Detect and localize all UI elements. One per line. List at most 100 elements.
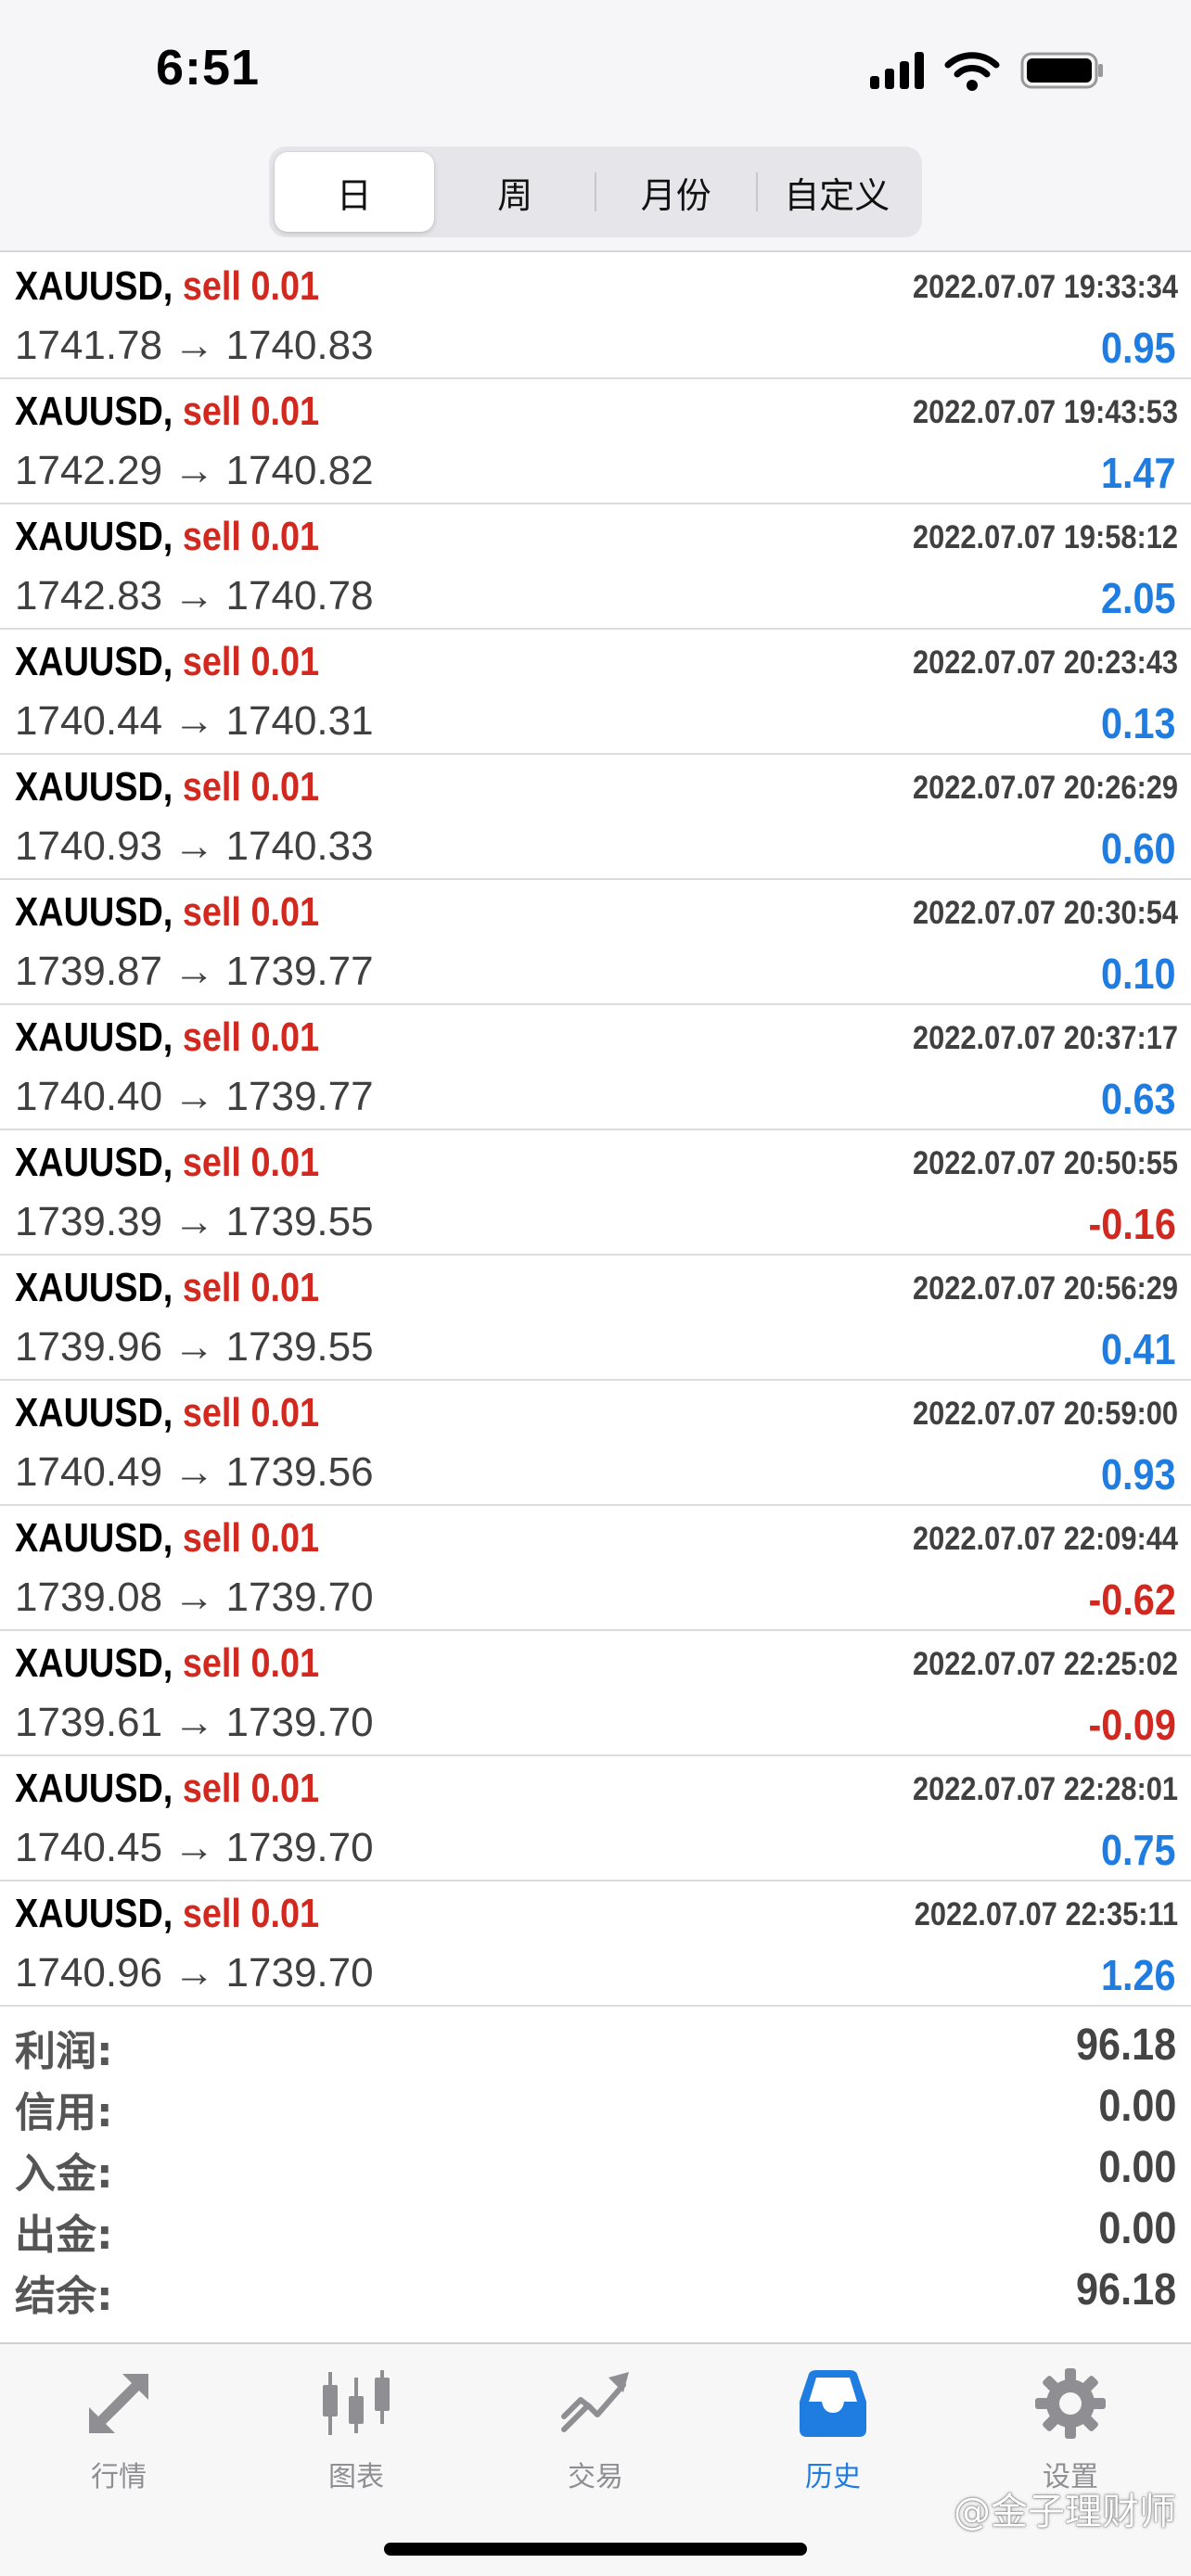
open-price: 1740.44	[15, 698, 163, 744]
symbol-name: XAUUSD,	[15, 514, 173, 559]
symbol-name: XAUUSD,	[15, 389, 173, 434]
open-price: 1742.29	[15, 448, 163, 493]
symbol-name: XAUUSD,	[15, 1766, 173, 1811]
order-prices: 1740.45 → 1739.70	[15, 1825, 374, 1871]
order-profit: 2.05	[1101, 574, 1176, 622]
order-row[interactable]: XAUUSD, sell 0.01 2022.07.07 20:59:00 17…	[0, 1381, 1191, 1506]
order-profit: 0.75	[1101, 1826, 1176, 1874]
watermark: @金子理财师	[954, 2491, 1176, 2533]
order-close-time: 2022.07.07 20:26:29	[913, 770, 1178, 806]
summary-profit: 利润: 96.18	[0, 2010, 1191, 2075]
order-symbol: XAUUSD, sell 0.01	[15, 389, 319, 435]
order-symbol: XAUUSD, sell 0.01	[15, 1640, 319, 1687]
order-profit: -0.16	[1088, 1200, 1176, 1248]
order-side-volume: sell 0.01	[182, 1515, 320, 1561]
order-row[interactable]: XAUUSD, sell 0.01 2022.07.07 20:30:54 17…	[0, 880, 1191, 1005]
close-price: 1739.55	[225, 1199, 374, 1244]
segment-day[interactable]: 日	[275, 152, 434, 232]
summary-balance: 结余: 96.18	[0, 2255, 1191, 2320]
price-arrow: →	[173, 573, 215, 618]
tab-chart[interactable]: 图表	[263, 2365, 449, 2504]
open-price: 1740.40	[15, 1074, 163, 1119]
order-symbol: XAUUSD, sell 0.01	[15, 764, 319, 810]
close-price: 1740.33	[225, 823, 374, 869]
order-row[interactable]: XAUUSD, sell 0.01 2022.07.07 22:09:44 17…	[0, 1506, 1191, 1631]
bottom-tab-bar: 行情 图表 交易 历史 设置 @金子理财师	[0, 2342, 1191, 2576]
order-close-time: 2022.07.07 19:43:53	[913, 394, 1178, 430]
order-prices: 1739.08 → 1739.70	[15, 1575, 374, 1621]
symbol-name: XAUUSD,	[15, 1390, 173, 1435]
order-prices: 1740.49 → 1739.56	[15, 1449, 374, 1496]
tab-trade[interactable]: 交易	[503, 2365, 688, 2504]
close-price: 1739.56	[225, 1449, 374, 1495]
price-arrow: →	[173, 1575, 215, 1620]
order-profit: 0.93	[1101, 1450, 1176, 1498]
summary-label: 信用:	[15, 2089, 113, 2136]
close-price: 1739.70	[225, 1950, 374, 1996]
order-close-time: 2022.07.07 22:09:44	[913, 1521, 1178, 1557]
order-side-volume: sell 0.01	[182, 889, 320, 935]
close-price: 1740.31	[225, 698, 374, 744]
order-prices: 1740.40 → 1739.77	[15, 1074, 374, 1120]
tab-label: 图表	[328, 2461, 384, 2493]
order-symbol: XAUUSD, sell 0.01	[15, 1515, 319, 1562]
tab-quotes[interactable]: 行情	[26, 2365, 211, 2504]
price-arrow: →	[173, 1950, 215, 1996]
order-row[interactable]: XAUUSD, sell 0.01 2022.07.07 20:50:55 17…	[0, 1130, 1191, 1256]
symbol-name: XAUUSD,	[15, 1265, 173, 1310]
summary-deposit: 入金: 0.00	[0, 2133, 1191, 2198]
segment-custom[interactable]: 自定义	[758, 152, 917, 232]
close-price: 1740.82	[225, 448, 374, 493]
order-row[interactable]: XAUUSD, sell 0.01 2022.07.07 19:33:34 17…	[0, 254, 1191, 379]
tab-label: 交易	[568, 2461, 623, 2493]
summary-value: 0.00	[1097, 2204, 1176, 2253]
open-price: 1739.08	[15, 1575, 163, 1620]
order-row[interactable]: XAUUSD, sell 0.01 2022.07.07 19:58:12 17…	[0, 504, 1191, 630]
order-row[interactable]: XAUUSD, sell 0.01 2022.07.07 20:37:17 17…	[0, 1005, 1191, 1130]
price-arrow: →	[173, 1074, 215, 1119]
order-row[interactable]: XAUUSD, sell 0.01 2022.07.07 20:56:29 17…	[0, 1256, 1191, 1381]
order-profit: 0.10	[1101, 950, 1176, 998]
order-prices: 1739.87 → 1739.77	[15, 949, 374, 995]
order-row[interactable]: XAUUSD, sell 0.01 2022.07.07 22:25:02 17…	[0, 1631, 1191, 1756]
order-row[interactable]: XAUUSD, sell 0.01 2022.07.07 19:43:53 17…	[0, 379, 1191, 504]
close-price: 1739.55	[225, 1324, 374, 1370]
symbol-name: XAUUSD,	[15, 1640, 173, 1686]
close-price: 1739.77	[225, 949, 374, 994]
open-price: 1740.49	[15, 1449, 163, 1495]
order-prices: 1742.29 → 1740.82	[15, 448, 374, 494]
order-close-time: 2022.07.07 20:50:55	[913, 1145, 1178, 1181]
close-price: 1739.70	[225, 1700, 374, 1745]
account-summary: 利润: 96.18 信用: 0.00 入金: 0.00 出金: 0.00 结余:…	[0, 2010, 1191, 2320]
order-row[interactable]: XAUUSD, sell 0.01 2022.07.07 20:26:29 17…	[0, 755, 1191, 880]
order-row[interactable]: XAUUSD, sell 0.01 2022.07.07 20:23:43 17…	[0, 630, 1191, 755]
history-order-list: XAUUSD, sell 0.01 2022.07.07 19:33:34 17…	[0, 254, 1191, 2007]
price-arrow: →	[173, 1825, 215, 1870]
symbol-name: XAUUSD,	[15, 263, 173, 309]
home-indicator[interactable]	[384, 2543, 807, 2556]
price-arrow: →	[173, 698, 215, 744]
open-price: 1739.96	[15, 1324, 163, 1370]
order-symbol: XAUUSD, sell 0.01	[15, 1766, 319, 1812]
order-profit: 0.95	[1101, 324, 1176, 372]
tab-history[interactable]: 历史	[740, 2365, 926, 2504]
price-arrow: →	[173, 949, 215, 994]
wifi-icon	[944, 50, 1000, 91]
segment-month[interactable]: 月份	[596, 152, 756, 232]
status-bar-icons	[870, 46, 1106, 95]
period-segmented-control: 日 周 月份 自定义	[269, 147, 922, 237]
candlestick-chart-icon	[323, 2370, 390, 2435]
order-profit: 0.13	[1101, 699, 1176, 747]
price-arrow: →	[173, 1700, 215, 1745]
price-arrow: →	[173, 1324, 215, 1370]
order-symbol: XAUUSD, sell 0.01	[15, 639, 319, 685]
summary-value: 96.18	[1075, 2021, 1176, 2070]
tab-label: 行情	[91, 2461, 147, 2493]
order-close-time: 2022.07.07 22:28:01	[913, 1771, 1178, 1807]
segment-week[interactable]: 周	[436, 152, 596, 232]
order-symbol: XAUUSD, sell 0.01	[15, 1014, 319, 1061]
symbol-name: XAUUSD,	[15, 639, 173, 684]
close-price: 1740.83	[225, 323, 374, 368]
order-row[interactable]: XAUUSD, sell 0.01 2022.07.07 22:35:11 17…	[0, 1881, 1191, 2007]
order-row[interactable]: XAUUSD, sell 0.01 2022.07.07 22:28:01 17…	[0, 1756, 1191, 1881]
